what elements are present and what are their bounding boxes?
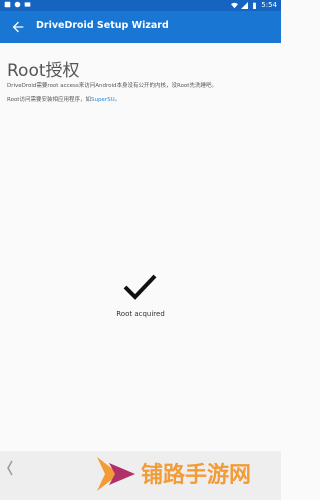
- supersu-link[interactable]: SuperSU: [91, 97, 115, 103]
- page-note: Root访问需要安装相应用程序，如SuperSU。: [7, 95, 120, 103]
- page-title: Root授权: [7, 61, 80, 81]
- app-bar: DriveDroid Setup Wizard: [0, 11, 281, 43]
- checkmark-icon: [123, 274, 157, 300]
- note-prefix: Root访问需要安装相应用程序，如: [7, 97, 91, 103]
- bottom-bar: 铺路手游网: [0, 451, 281, 500]
- notification-icon: [4, 1, 11, 8]
- watermark-text: 铺路手游网: [141, 463, 252, 488]
- battery-icon: [253, 2, 257, 9]
- main-content: Root授权 DriveDroid需要root access来访问Android…: [0, 43, 281, 451]
- watermark-logo-icon: [97, 457, 135, 491]
- status-bar: 5:54: [0, 0, 281, 11]
- wifi-icon: [231, 2, 239, 8]
- status-time: 5:54: [261, 1, 277, 9]
- root-status-text: Root acquired: [116, 310, 165, 318]
- signal-icon: [241, 1, 249, 9]
- note-suffix: 。: [114, 97, 121, 103]
- app-title: DriveDroid Setup Wizard: [36, 20, 169, 31]
- notification-icon: [24, 2, 31, 7]
- status-bar-right: 5:54: [231, 1, 277, 9]
- chevron-left-icon[interactable]: [7, 460, 13, 476]
- notification-icon: [14, 1, 21, 8]
- status-bar-left: [4, 1, 31, 8]
- back-arrow-icon[interactable]: [10, 19, 26, 35]
- page-description: DriveDroid需要root access来访问Android本身没有公开的…: [7, 83, 217, 89]
